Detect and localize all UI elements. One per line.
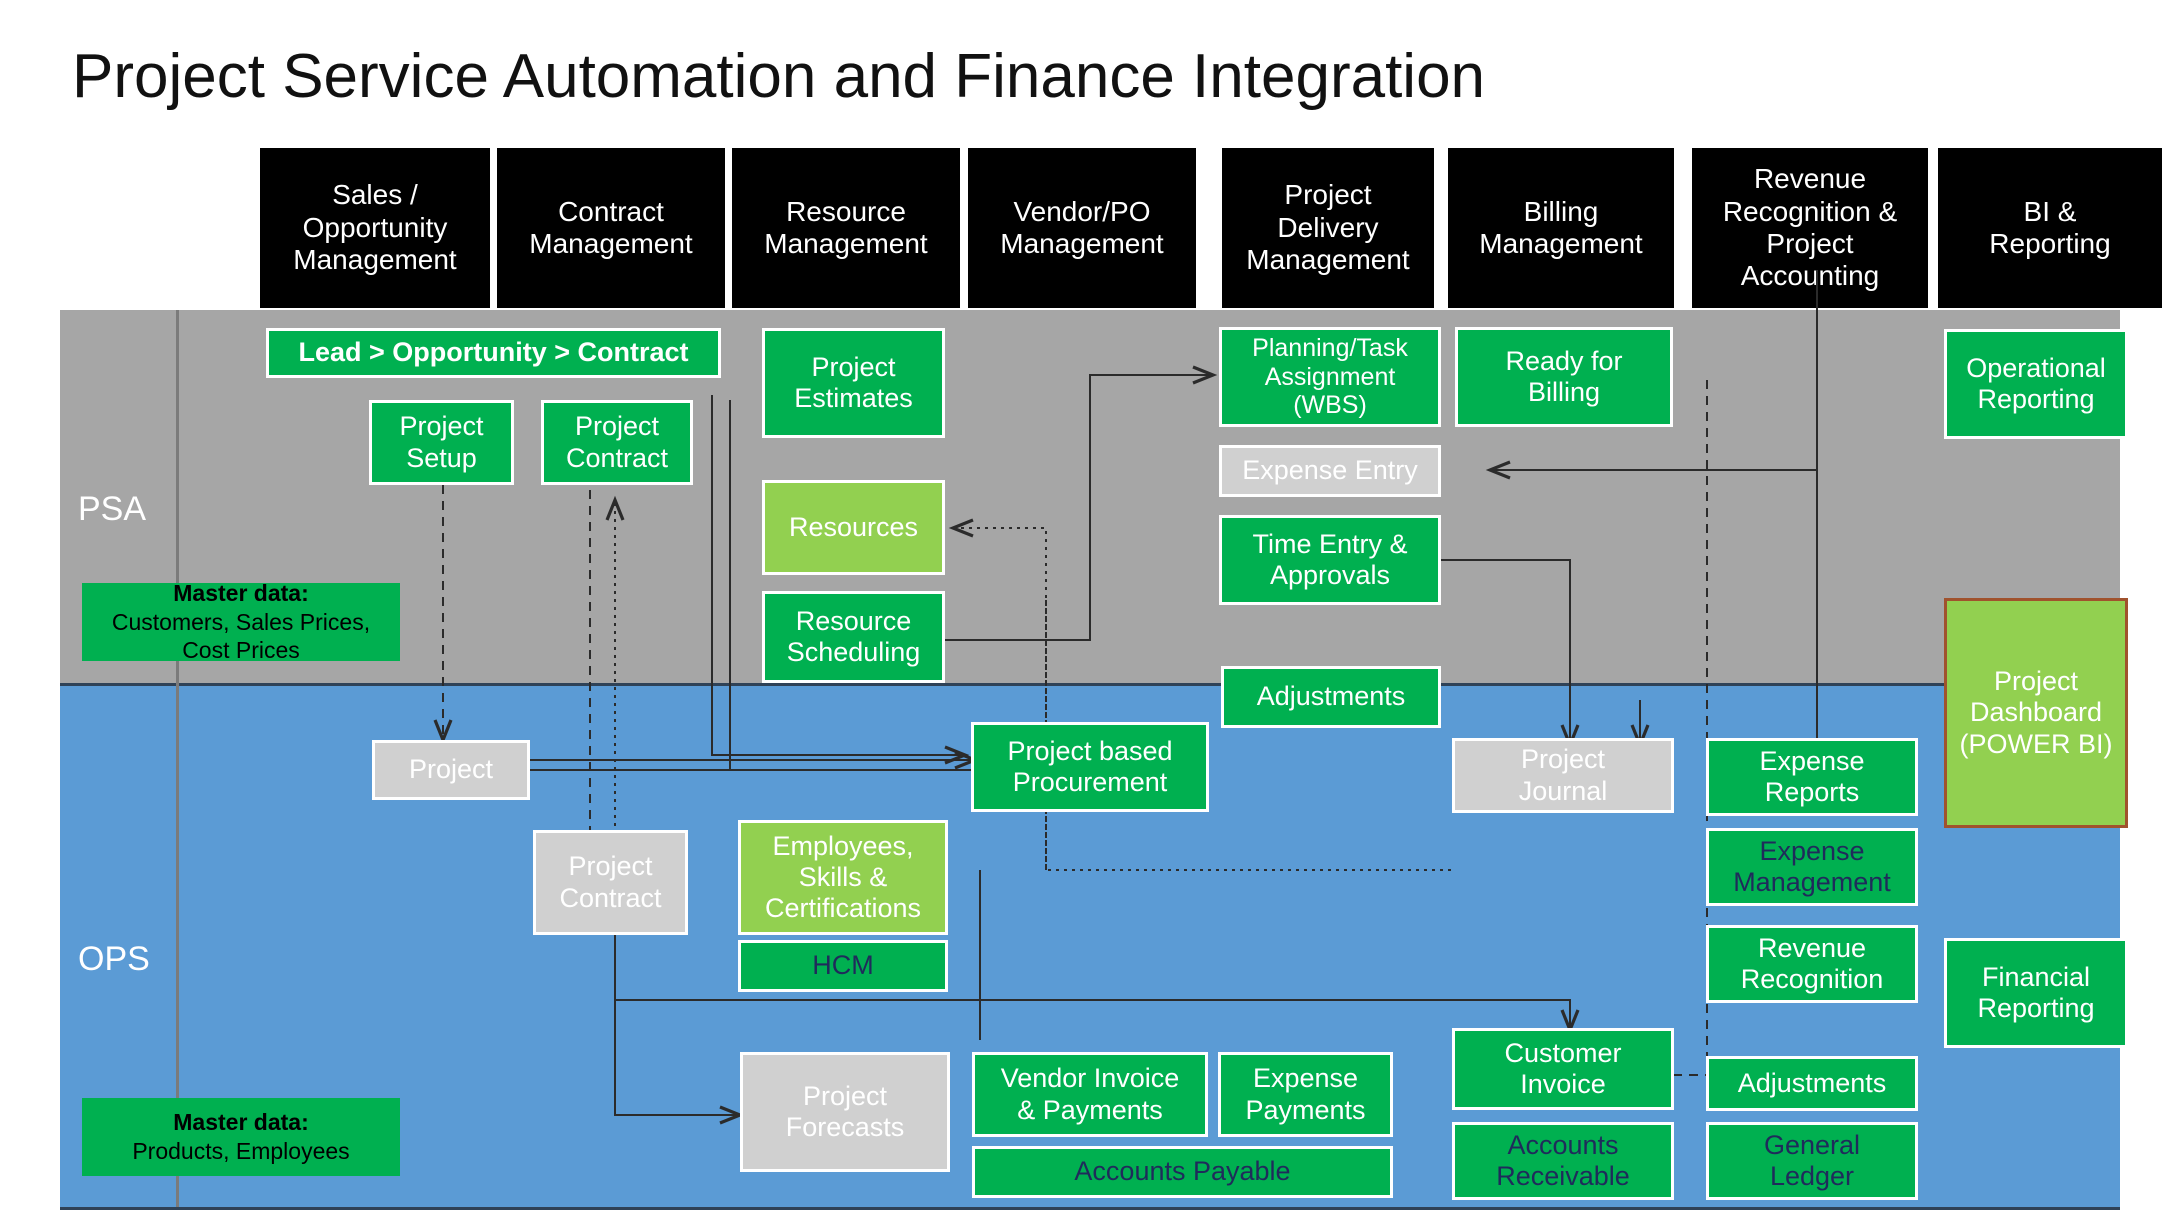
node-vendor-invoice-payments[interactable]: Vendor Invoice & Payments (972, 1052, 1208, 1137)
node-project-dashboard[interactable]: Project Dashboard (POWER BI) (1944, 598, 2128, 828)
node-accounts-payable[interactable]: Accounts Payable (972, 1146, 1393, 1198)
column-header-vendor-po-management[interactable]: Vendor/PO Management (968, 148, 1196, 308)
node-general-ledger[interactable]: General Ledger (1706, 1122, 1918, 1200)
ops-bottom-edge (60, 1207, 2120, 1210)
node-project-journal[interactable]: Project Journal (1452, 738, 1674, 813)
diagram-canvas: Project Service Automation and Finance I… (0, 0, 2181, 1230)
node-ready-for-billing[interactable]: Ready for Billing (1455, 327, 1673, 427)
node-expense-payments[interactable]: Expense Payments (1218, 1052, 1393, 1137)
node-expense-entry[interactable]: Expense Entry (1219, 445, 1441, 497)
column-header-sales-opportunity-management[interactable]: Sales / Opportunity Management (260, 148, 490, 308)
column-header-billing-management[interactable]: Billing Management (1448, 148, 1674, 308)
band-label-ops: OPS (78, 940, 150, 978)
node-expense-reports[interactable]: Expense Reports (1706, 738, 1918, 816)
column-header-bi-reporting[interactable]: BI & Reporting (1938, 148, 2162, 308)
node-project-setup[interactable]: Project Setup (369, 400, 514, 485)
page-title: Project Service Automation and Finance I… (72, 42, 1486, 111)
node-resource-scheduling[interactable]: Resource Scheduling (762, 591, 945, 683)
master-data-ops-heading: Master data: (173, 1109, 309, 1136)
node-accounts-receivable[interactable]: Accounts Receivable (1452, 1122, 1674, 1200)
band-divider (60, 683, 2120, 686)
node-adjustments-ops[interactable]: Adjustments (1706, 1056, 1918, 1111)
column-header-resource-management[interactable]: Resource Management (732, 148, 960, 308)
node-employees-skills-certifications[interactable]: Employees, Skills & Certifications (738, 820, 948, 935)
node-hcm[interactable]: HCM (738, 940, 948, 992)
node-financial-reporting[interactable]: Financial Reporting (1944, 938, 2128, 1048)
node-time-entry-approvals[interactable]: Time Entry & Approvals (1219, 515, 1441, 605)
master-data-psa-body: Customers, Sales Prices, Cost Prices (111, 608, 371, 664)
node-project-estimates[interactable]: Project Estimates (762, 328, 945, 438)
band-label-psa: PSA (78, 490, 147, 528)
node-revenue-recognition[interactable]: Revenue Recognition (1706, 925, 1918, 1003)
column-header-project-delivery-management[interactable]: Project Delivery Management (1222, 148, 1434, 308)
master-data-ops: Master data: Products, Employees (82, 1098, 400, 1176)
node-customer-invoice[interactable]: Customer Invoice (1452, 1028, 1674, 1110)
node-lead-opportunity-contract[interactable]: Lead > Opportunity > Contract (266, 328, 721, 378)
node-resources[interactable]: Resources (762, 480, 945, 575)
node-adjustments-psa[interactable]: Adjustments (1221, 666, 1441, 728)
node-project-contract-ops[interactable]: Project Contract (533, 830, 688, 935)
node-planning-task-assignment[interactable]: Planning/Task Assignment (WBS) (1219, 327, 1441, 427)
column-header-revenue-recognition-project-accounting[interactable]: Revenue Recognition & Project Accounting (1692, 148, 1928, 308)
master-data-ops-body: Products, Employees (132, 1138, 350, 1164)
master-data-psa-heading: Master data: (173, 579, 309, 606)
node-project-forecasts[interactable]: Project Forecasts (740, 1052, 950, 1172)
master-data-psa: Master data: Customers, Sales Prices, Co… (82, 580, 400, 663)
node-project-contract-psa[interactable]: Project Contract (541, 400, 693, 485)
node-expense-management[interactable]: Expense Management (1706, 828, 1918, 906)
node-operational-reporting[interactable]: Operational Reporting (1944, 329, 2128, 439)
node-project-based-procurement[interactable]: Project based Procurement (971, 722, 1209, 812)
node-project[interactable]: Project (372, 740, 530, 800)
column-header-contract-management[interactable]: Contract Management (497, 148, 725, 308)
